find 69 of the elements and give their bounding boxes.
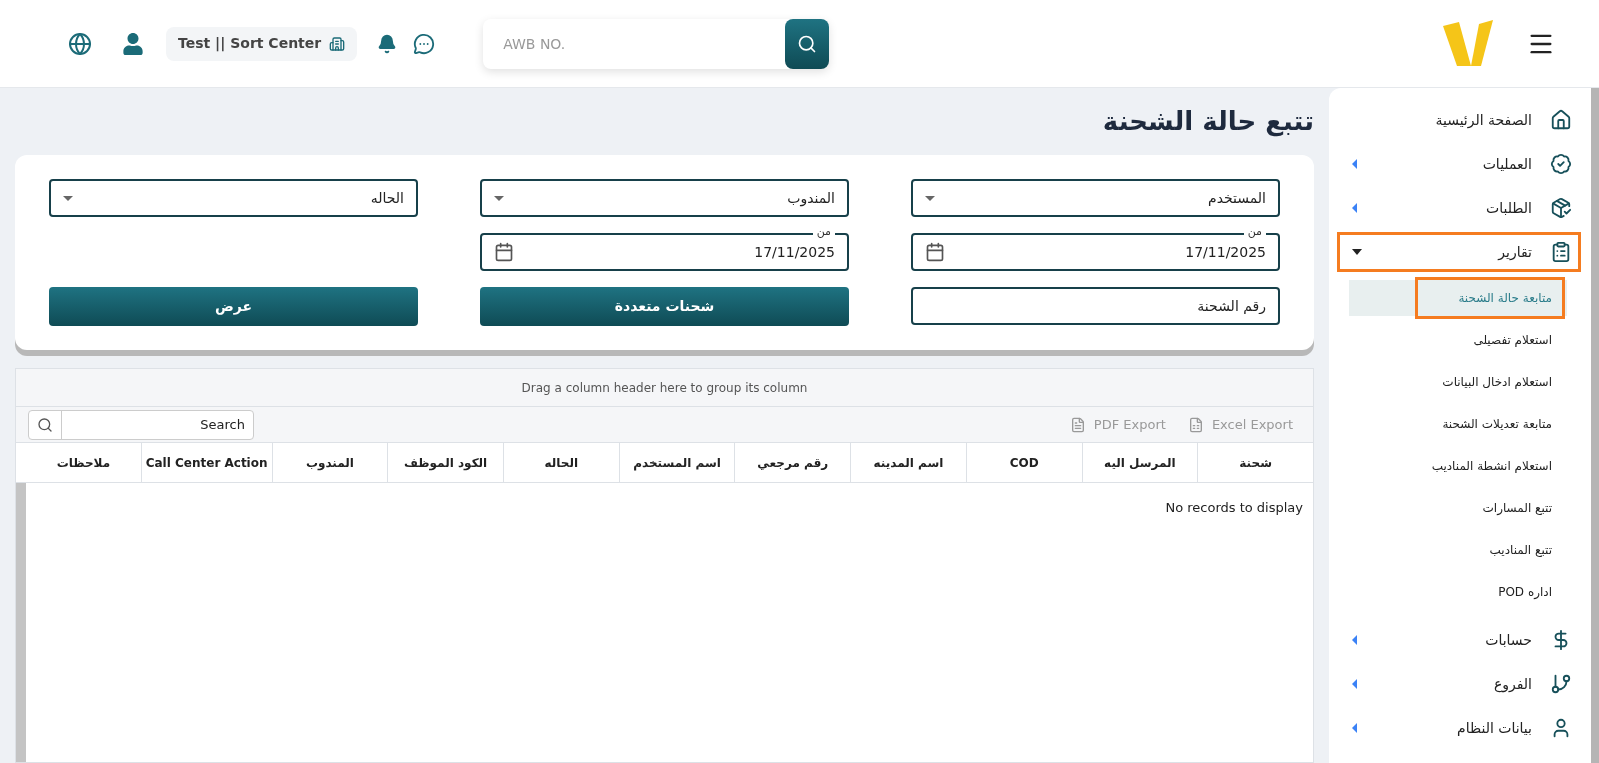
column-header[interactable]: Call Center Action [140, 443, 272, 482]
building-icon [329, 35, 346, 52]
column-header[interactable]: الحاله [502, 443, 619, 482]
column-header[interactable]: COD [965, 443, 1082, 482]
column-header[interactable]: شحنة [1197, 443, 1313, 482]
column-header[interactable]: رقم مرجعي [734, 443, 851, 482]
package-icon [1550, 197, 1572, 219]
grid-search-field[interactable]: Search [62, 410, 253, 439]
home-icon [1550, 109, 1572, 131]
submenu-item[interactable]: اداره POD [1349, 574, 1567, 610]
caret-icon [494, 195, 504, 201]
search-button[interactable] [785, 18, 830, 69]
sidebar-item[interactable]: بيانات النظام [1337, 708, 1581, 748]
dropdown[interactable]: المندوب [480, 179, 849, 217]
multiple-shipments-button[interactable]: شحنات متعددة [480, 287, 849, 326]
search-icon [797, 33, 818, 54]
caret-icon [925, 195, 935, 201]
caret-icon [63, 195, 73, 201]
caret-left-icon [1352, 635, 1357, 645]
chat-icon[interactable] [413, 32, 436, 55]
column-header[interactable]: المندوب [271, 443, 388, 482]
empty-message: No records to display [1165, 500, 1303, 515]
calendar-icon [494, 242, 514, 262]
sidebar-item[interactable]: الفروع [1337, 664, 1581, 704]
sidebar-item[interactable]: الصفحة الرئيسية [1337, 100, 1581, 140]
submenu-item[interactable]: استعلام ادخال البيانات [1349, 364, 1567, 400]
bell-icon[interactable] [377, 33, 398, 54]
badge-icon [1550, 153, 1572, 175]
caret-left-icon [1352, 159, 1357, 169]
show-button[interactable]: عرض [49, 287, 418, 326]
search-icon [37, 416, 53, 433]
clipboard-icon [1550, 241, 1572, 263]
search-bar[interactable]: Search [28, 409, 254, 440]
caret-left-icon [1352, 679, 1357, 689]
sidebar-item[interactable]: العمليات [1337, 144, 1581, 184]
logo [1441, 19, 1493, 68]
dropdown[interactable]: الحاله [49, 179, 418, 217]
caret-left-icon [1352, 203, 1357, 213]
branch-badge[interactable]: Test || Sort Center [166, 26, 358, 61]
caret-left-icon [1352, 723, 1357, 733]
dropdown[interactable]: المستخدم [911, 179, 1280, 217]
scrollbar[interactable] [1591, 88, 1599, 763]
page-title: تتبع حالة الشحنة [1101, 105, 1314, 139]
pdf-icon [1069, 416, 1086, 433]
column-header[interactable]: اسم المستخدم [618, 443, 735, 482]
column-header[interactable]: اسم المدينه [850, 443, 966, 482]
sidebar-item[interactable]: تقارير [1337, 232, 1581, 272]
submenu-item[interactable]: تتبع المسارات [1349, 490, 1567, 526]
submenu-item[interactable]: متابعة تعديلات الشحنة [1349, 406, 1567, 442]
branch-name: Test || Sort Center [178, 34, 322, 54]
excel-icon [1187, 416, 1204, 433]
sidebar-item[interactable]: حسابات [1337, 620, 1581, 660]
submenu-item[interactable]: استعلام انشطة المناديب [1349, 448, 1567, 484]
column-header[interactable]: المرسل اليه [1081, 443, 1198, 482]
group-panel-hint: Drag a column header here to group its column [521, 379, 808, 397]
caret-down-icon [1352, 249, 1362, 255]
branch-icon [1550, 673, 1572, 695]
sidebar-item[interactable]: الطلبات [1337, 188, 1581, 228]
scrollbar[interactable] [16, 483, 26, 762]
user-icon[interactable] [122, 32, 144, 55]
globe-icon[interactable] [68, 31, 92, 56]
shipment-number-field[interactable]: رقم الشحنة [911, 287, 1280, 325]
column-header[interactable]: الكود الموظف [387, 443, 503, 482]
awb-search-field[interactable]: AWB NO. [483, 18, 786, 69]
column-header[interactable]: ملاحظات [26, 443, 141, 482]
submenu-item[interactable]: استعلام تفصيلى [1349, 322, 1567, 358]
calendar-icon [925, 242, 945, 262]
submenu-item[interactable]: متابعة حالة الشحنة [1349, 280, 1567, 316]
submenu-item[interactable]: تتبع المناديب [1349, 532, 1567, 568]
